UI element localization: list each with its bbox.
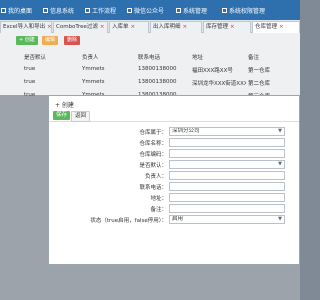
close-icon[interactable]: × <box>279 24 284 30</box>
column-header[interactable]: 备注 <box>248 53 259 61</box>
field-label: 地址： <box>150 196 167 202</box>
close-icon[interactable]: × <box>47 24 51 30</box>
field-label: 联系电话： <box>139 185 167 191</box>
status-select[interactable]: 启用 ▼ <box>169 215 285 224</box>
chevron-down-icon: ▼ <box>278 128 282 134</box>
close-icon[interactable]: × <box>131 24 136 30</box>
info-icon <box>43 7 48 13</box>
monitor-icon <box>1 7 6 13</box>
wechat-icon <box>127 7 132 13</box>
form-row: 地址： <box>49 193 299 203</box>
close-icon[interactable]: × <box>183 24 188 30</box>
nav-label: 我的桌面 <box>8 7 33 15</box>
nav-label: 系统管理 <box>183 7 208 15</box>
column-header[interactable]: 负责人 <box>82 53 99 61</box>
delete-button[interactable]: 删除 <box>64 36 81 45</box>
tab-warehouse[interactable]: 仓库管理 × <box>252 21 300 33</box>
nav-label: 系统权限管理 <box>229 7 266 15</box>
form-row: 仓库属于： 深圳分公司 ▼ <box>49 127 299 137</box>
field-label: 仓库编码： <box>139 152 167 158</box>
shield-icon <box>222 7 227 13</box>
remark-input[interactable] <box>169 204 285 213</box>
field-label: 仓库属于： <box>139 130 167 136</box>
table-cell: true <box>24 79 36 85</box>
tab-label: Excel导入和导出 <box>3 24 46 30</box>
field-label: 备注： <box>150 207 167 213</box>
form-row: 备注： <box>49 204 299 214</box>
field-label: 状态（true启用，false停用）： <box>90 218 167 224</box>
column-header[interactable]: 联系电话 <box>138 53 160 61</box>
form-row: 仓库名称： <box>49 138 299 148</box>
edit-button[interactable]: 编辑 <box>42 36 59 45</box>
close-icon[interactable]: × <box>100 24 105 30</box>
top-nav: 我的桌面 信息系统 工作流程 微信公众号 系统管理 系统权限管理 <box>0 0 300 20</box>
tab-excel[interactable]: Excel导入和导出 × <box>0 21 52 33</box>
table-cell: 第二仓库 <box>248 81 271 87</box>
field-label: 是否默认： <box>139 163 167 169</box>
warehouse-code-input[interactable] <box>169 149 285 158</box>
field-label: 仓库名称： <box>139 141 167 147</box>
back-button[interactable]: 返回 <box>71 111 91 122</box>
field-label: 负责人： <box>144 174 167 180</box>
tab-combotree[interactable]: ComboTree过滤 × <box>53 21 108 33</box>
dialog-title: + 创建 <box>55 102 74 109</box>
nav-label: 工作流程 <box>92 7 117 15</box>
form-row: 联系电话： <box>49 182 299 192</box>
save-button[interactable]: 保存 <box>53 111 71 120</box>
table-cell: true <box>24 66 36 72</box>
table-cell: 深圳龙华XXX街道XXX号 <box>192 81 246 87</box>
dialog-toolbar: 保存 返回 <box>49 109 299 122</box>
form-row: 状态（true启用，false停用）： 启用 ▼ <box>49 215 299 225</box>
form-row: 仓库编码： <box>49 149 299 159</box>
warehouse-name-input[interactable] <box>169 138 285 147</box>
table-cell: 福田XXX路XX号 <box>192 68 233 74</box>
tab-inout-detail[interactable]: 出入库明细 × <box>150 21 202 33</box>
nav-item-wechat[interactable]: 微信公众号 <box>127 0 164 20</box>
nav-label: 信息系统 <box>50 7 75 15</box>
address-input[interactable] <box>169 193 285 202</box>
nav-item-desktop[interactable]: 我的桌面 <box>1 0 32 20</box>
tab-label: 出入库明细 <box>153 24 181 30</box>
nav-item-system[interactable]: 系统管理 <box>176 0 207 20</box>
table-cell: Ymmets <box>82 79 105 85</box>
is-default-select[interactable]: ▼ <box>169 160 285 169</box>
gear-icon <box>176 7 181 13</box>
tab-bar: Excel导入和导出 × ComboTree过滤 × 入库单 × 出入库明细 × 库存管… <box>0 20 300 33</box>
table-cell: 13800138000 <box>138 66 177 72</box>
nav-item-info[interactable]: 信息系统 <box>43 0 74 20</box>
warehouse-owner-select[interactable]: 深圳分公司 ▼ <box>169 127 285 136</box>
phone-input[interactable] <box>169 182 285 191</box>
tab-label: 入库单 <box>112 24 129 30</box>
table-cell: 第一仓库 <box>248 68 271 74</box>
nav-label: 微信公众号 <box>134 7 165 15</box>
chevron-down-icon: ▼ <box>278 161 282 167</box>
close-icon[interactable]: × <box>230 24 235 30</box>
table-cell: 13800138000 <box>138 79 177 85</box>
workflow-icon <box>85 7 90 13</box>
table-cell: Ymmets <box>82 66 105 72</box>
nav-item-workflow[interactable]: 工作流程 <box>85 0 116 20</box>
manager-input[interactable] <box>169 171 285 180</box>
select-value: 启用 <box>172 216 184 222</box>
tab-label: 仓库管理 <box>255 24 278 30</box>
create-dialog: + 创建 保存 返回 仓库属于： 深圳分公司 ▼ 仓库名称： 仓库编码： 是否默认… <box>48 95 300 265</box>
tab-inbound[interactable]: 入库单 × <box>109 21 149 33</box>
form-row: 负责人： <box>49 171 299 181</box>
nav-item-permission[interactable]: 系统权限管理 <box>222 0 265 20</box>
form-row: 是否默认： ▼ <box>49 160 299 170</box>
add-button[interactable]: + 创建 <box>16 36 38 45</box>
select-value: 深圳分公司 <box>172 128 200 134</box>
chevron-down-icon: ▼ <box>278 216 282 222</box>
tab-label: 库存管理 <box>206 24 229 30</box>
tab-label: ComboTree过滤 <box>56 24 98 30</box>
tab-inventory[interactable]: 库存管理 × <box>203 21 251 33</box>
column-header[interactable]: 地址 <box>192 53 203 61</box>
column-header[interactable]: 是否默认 <box>24 53 46 61</box>
